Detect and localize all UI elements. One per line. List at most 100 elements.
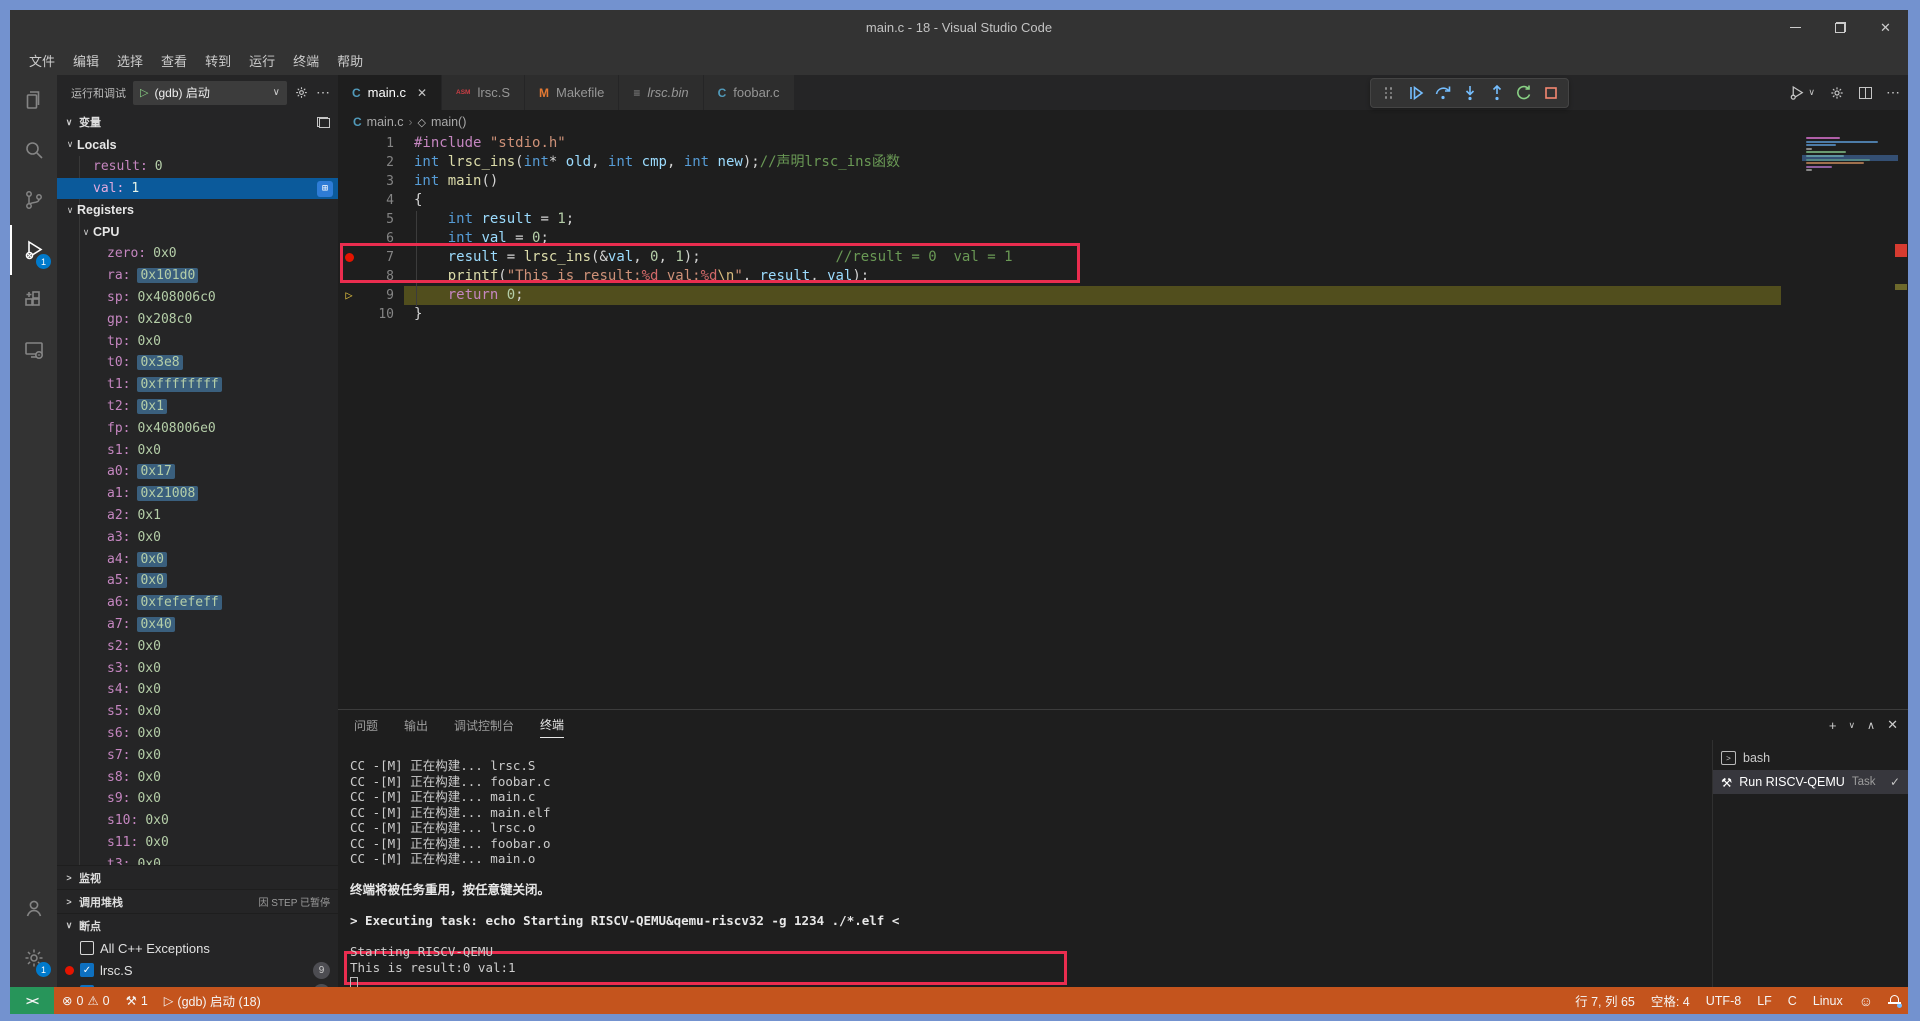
breakpoint-margin[interactable] [338, 153, 360, 172]
binary-view-icon[interactable]: ⊞ [317, 181, 333, 197]
new-terminal-icon[interactable]: + [1829, 718, 1837, 733]
continue-button[interactable] [1402, 80, 1429, 106]
code-line-5[interactable]: 5 int result = 1; [338, 210, 1908, 229]
variable-a1[interactable]: a1:0x21008 [57, 483, 338, 505]
toolbar-drag-handle[interactable] [1375, 80, 1402, 106]
variable-a4[interactable]: a4:0x0 [57, 548, 338, 570]
run-or-debug-button[interactable]: ∨ [1788, 84, 1815, 102]
variable-a0[interactable]: a0:0x17 [57, 461, 338, 483]
code-line-3[interactable]: 3int main() [338, 172, 1908, 191]
minimize-button[interactable] [1773, 10, 1818, 45]
code-line-1[interactable]: 1#include "stdio.h" [338, 134, 1908, 153]
variable-s6[interactable]: s6:0x0 [57, 723, 338, 745]
variable-val[interactable]: val:1⊞ [57, 178, 338, 200]
menu-item-运行[interactable]: 运行 [240, 51, 284, 70]
variable-a2[interactable]: a2:0x1 [57, 505, 338, 527]
breadcrumb[interactable]: C main.c › ◇ main() [338, 110, 1908, 134]
variable-s3[interactable]: s3:0x0 [57, 657, 338, 679]
tab-main.c[interactable]: Cmain.c✕ [338, 75, 442, 110]
variable-s8[interactable]: s8:0x0 [57, 766, 338, 788]
variables-group-CPU[interactable]: ∨CPU [57, 221, 338, 243]
status-item[interactable]: Linux [1805, 987, 1851, 1014]
variable-ra[interactable]: ra:0x101d0 [57, 265, 338, 287]
close-button[interactable]: ✕ [1863, 10, 1908, 45]
breakpoint-margin[interactable] [338, 305, 360, 324]
status-item[interactable]: 空格: 4 [1643, 987, 1698, 1014]
status-item[interactable]: 行 7, 列 65 [1567, 987, 1643, 1014]
variable-s2[interactable]: s2:0x0 [57, 635, 338, 657]
debug-session-status[interactable]: ▷ (gdb) 启动 (18) [156, 987, 269, 1014]
variable-s7[interactable]: s7:0x0 [57, 744, 338, 766]
breakpoint-margin[interactable] [338, 210, 360, 229]
variable-s11[interactable]: s11:0x0 [57, 832, 338, 854]
more-actions-icon[interactable]: ⋯ [1886, 84, 1900, 101]
variable-s10[interactable]: s10:0x0 [57, 810, 338, 832]
sidebar-item-run-and-debug[interactable]: 1 [10, 225, 57, 275]
variable-s5[interactable]: s5:0x0 [57, 701, 338, 723]
gutter[interactable]: 1 [338, 134, 404, 153]
terminal-dropdown-icon[interactable]: ∨ [1848, 720, 1855, 731]
start-debug-icon[interactable]: ▷ [140, 86, 148, 99]
variable-a5[interactable]: a5:0x0 [57, 570, 338, 592]
breakpoint-margin[interactable] [338, 172, 360, 191]
breadcrumb-symbol[interactable]: main() [431, 115, 466, 129]
menu-item-选择[interactable]: 选择 [108, 51, 152, 70]
tab-lrsc.bin[interactable]: ≡lrsc.bin [619, 75, 703, 110]
breakpoint-checkbox[interactable] [80, 941, 94, 955]
remote-indicator[interactable]: >< [10, 987, 54, 1014]
variable-gp[interactable]: gp:0x208c0 [57, 308, 338, 330]
call-stack-section-header[interactable]: > 调用堆栈 因 STEP 已暂停 [57, 889, 338, 913]
breakpoint-margin[interactable] [338, 134, 360, 153]
gutter[interactable]: 3 [338, 172, 404, 191]
panel-tab-终端[interactable]: 终端 [540, 712, 564, 738]
variable-s9[interactable]: s9:0x0 [57, 788, 338, 810]
feedback-button[interactable]: ☺ [1851, 987, 1881, 1014]
close-panel-icon[interactable]: ✕ [1887, 717, 1898, 733]
panel-tab-输出[interactable]: 输出 [404, 713, 428, 738]
variable-tp[interactable]: tp:0x0 [57, 330, 338, 352]
tab-foobar.c[interactable]: Cfoobar.c [704, 75, 795, 110]
breakpoint-margin[interactable] [338, 191, 360, 210]
variable-a3[interactable]: a3:0x0 [57, 526, 338, 548]
sidebar-item-extensions[interactable] [10, 275, 57, 325]
problems-status[interactable]: ⊗ 0 ⚠ 0 [54, 987, 118, 1014]
stop-button[interactable] [1537, 80, 1564, 106]
variable-a6[interactable]: a6:0xfefefeff [57, 592, 338, 614]
menu-item-文件[interactable]: 文件 [20, 51, 64, 70]
more-actions-icon[interactable]: ⋯ [316, 84, 330, 101]
code-line-10[interactable]: 10} [338, 305, 1908, 324]
code-line-9[interactable]: ▷9 return 0; [338, 286, 1908, 305]
tasks-status[interactable]: ⚒ 1 [118, 987, 156, 1014]
status-item[interactable]: C [1780, 987, 1805, 1014]
panel-tab-问题[interactable]: 问题 [354, 713, 378, 738]
menu-item-终端[interactable]: 终端 [284, 51, 328, 70]
step-over-button[interactable] [1429, 80, 1456, 106]
step-out-button[interactable] [1483, 80, 1510, 106]
code-editor[interactable]: 1#include "stdio.h"2int lrsc_ins(int* ol… [338, 134, 1908, 709]
menu-item-帮助[interactable]: 帮助 [328, 51, 372, 70]
gutter[interactable]: 10 [338, 305, 404, 324]
breakpoint-checkbox[interactable]: ✓ [80, 963, 94, 977]
variables-group-Locals[interactable]: ∨Locals [57, 134, 338, 156]
breakpoint-item-All C++ Exceptions[interactable]: All C++ Exceptions [57, 937, 338, 959]
sidebar-item-explorer[interactable] [10, 75, 57, 125]
terminal-output[interactable]: CC -[M] 正在构建... lrsc.SCC -[M] 正在构建... fo… [338, 740, 1712, 987]
sidebar-item-remote-explorer[interactable] [10, 325, 57, 375]
variable-t3[interactable]: t3:0x0 [57, 853, 338, 865]
variable-a7[interactable]: a7:0x40 [57, 614, 338, 636]
panel-tab-调试控制台[interactable]: 调试控制台 [454, 713, 514, 738]
gutter[interactable]: 5 [338, 210, 404, 229]
sidebar-item-search[interactable] [10, 125, 57, 175]
gutter[interactable]: 4 [338, 191, 404, 210]
menu-item-查看[interactable]: 查看 [152, 51, 196, 70]
step-into-button[interactable] [1456, 80, 1483, 106]
account-button[interactable] [10, 883, 57, 933]
code-line-2[interactable]: 2int lrsc_ins(int* old, int cmp, int new… [338, 153, 1908, 172]
restart-button[interactable] [1510, 80, 1537, 106]
variable-fp[interactable]: fp:0x408006e0 [57, 417, 338, 439]
variable-t0[interactable]: t0:0x3e8 [57, 352, 338, 374]
split-editor-icon[interactable] [1859, 87, 1872, 99]
terminal-list-item-Run RISCV-QEMU[interactable]: ⚒Run RISCV-QEMUTask✓ [1713, 770, 1908, 794]
sidebar-item-source-control[interactable] [10, 175, 57, 225]
overview-ruler[interactable] [1894, 134, 1908, 709]
